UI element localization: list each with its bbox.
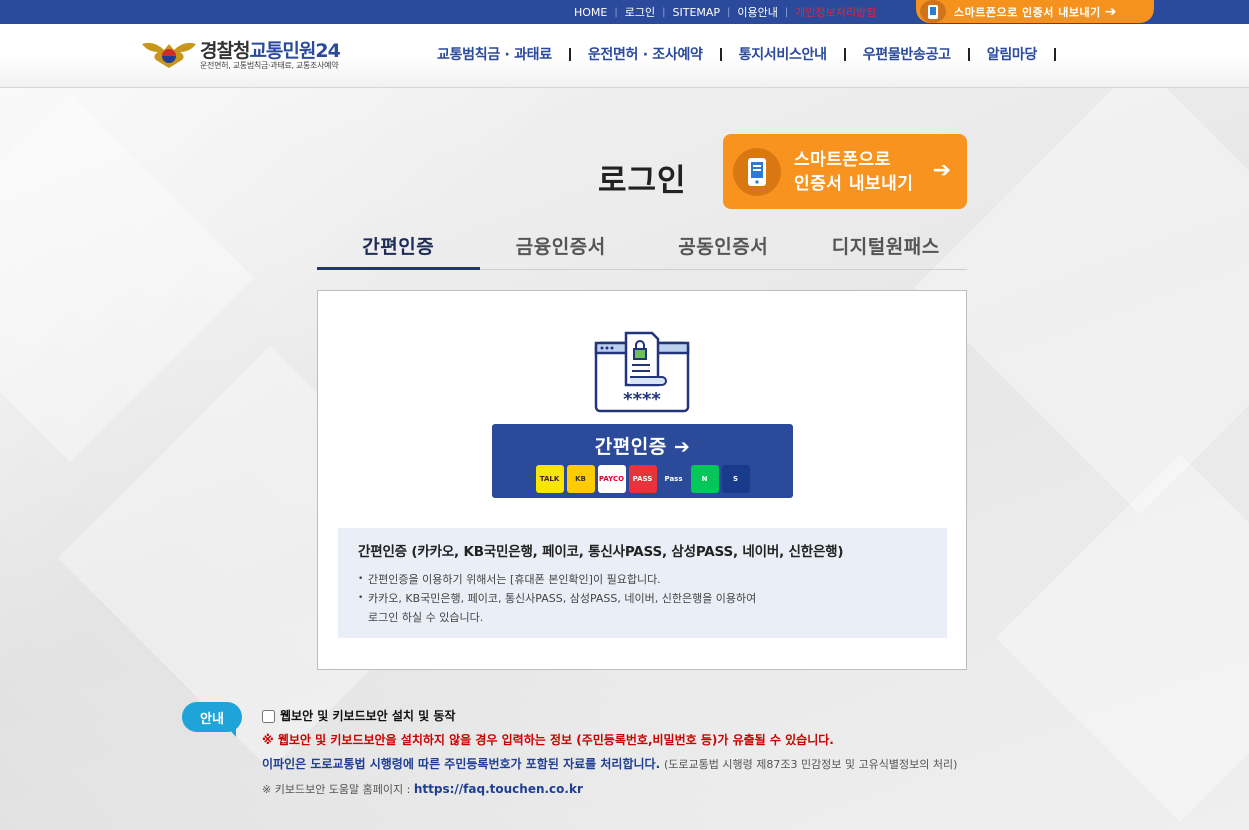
law-notice-note: (도로교통법 시행령 제87조3 민감정보 및 고유식별정보의 처리) (663, 758, 958, 771)
law-notice: 이파인은 도로교통법 시행령에 따른 주민등록번호가 포함된 자료를 처리합니다… (262, 752, 957, 777)
tab-joint-cert[interactable]: 공동인증서 (642, 222, 805, 269)
security-warning: ※ 웹보안 및 키보드보안을 설치하지 않을 경우 입력하는 정보 (주민등록번… (262, 733, 834, 747)
arrow-right-icon: ➔ (1104, 3, 1117, 20)
info-item: 간편인증을 이용하기 위해서는 [휴대폰 본인확인]이 필요합니다. (358, 570, 927, 589)
info-list: 간편인증을 이용하기 위해서는 [휴대폰 본인확인]이 필요합니다. 카카오, … (358, 570, 927, 627)
simple-auth-info-box: 간편인증 (카카오, KB국민은행, 페이코, 통신사PASS, 삼성PASS,… (338, 528, 947, 638)
svg-text:****: **** (623, 389, 661, 410)
smartphone-export-pill[interactable]: 스마트폰으로 인증서 내보내기 ➔ (916, 0, 1154, 23)
tab-digital-onepass[interactable]: 디지털원패스 (805, 222, 968, 269)
certificate-export-label: 스마트폰으로 인증서 내보내기 (794, 148, 913, 196)
nav-notification-service[interactable]: 통지서비스안내 (739, 44, 827, 64)
provider-list: TALK KB PAYCO PASS Pass N S (492, 465, 793, 493)
logo-title-accent: 교통민원24 (249, 40, 340, 62)
certificate-export-button[interactable]: 스마트폰으로 인증서 내보내기 ➔ (723, 134, 967, 209)
arrow-right-icon: ➔ (932, 158, 951, 183)
keyboard-help-link[interactable]: https://faq.touchen.co.kr (414, 782, 583, 796)
nav-notice-board[interactable]: 알림마당 (987, 44, 1038, 64)
info-title: 간편인증 (카카오, KB국민은행, 페이코, 통신사PASS, 삼성PASS,… (358, 544, 844, 560)
login-link[interactable]: 로그인 (625, 4, 655, 20)
privacy-policy-link[interactable]: 개인정보처리방침 (795, 4, 876, 20)
simple-auth-button[interactable]: 간편인증 ➔ TALK KB PAYCO PASS Pass N S (492, 424, 793, 498)
site-header: 경찰청교통민원24 운전면허, 교통범칙금·과태료, 교통조사예약 교통범칙금 … (0, 24, 1249, 88)
export-label-line1: 스마트폰으로 (794, 149, 891, 170)
security-checkbox-label[interactable]: 웹보안 및 키보드보안 설치 및 동작 (280, 704, 455, 728)
logo-title: 경찰청교통민원24 (200, 36, 341, 63)
info-item-line2: 로그인 하실 수 있습니다. (368, 611, 484, 624)
tab-financial-cert[interactable]: 금융인증서 (480, 222, 643, 269)
keyboard-help-prefix: ※ 키보드보안 도움말 홈페이지 : (262, 783, 414, 796)
logo-subtitle: 운전면허, 교통범칙금·과태료, 교통조사예약 (200, 61, 339, 70)
provider-kb-icon: KB (566, 465, 595, 493)
export-label-line2: 인증서 내보내기 (794, 173, 914, 194)
simple-auth-panel: **** 간편인증 ➔ TALK KB PAYCO PASS Pass N S 간편인증 (… (317, 290, 967, 670)
security-checkbox-row: 웹보안 및 키보드보안 설치 및 동작 (262, 704, 957, 728)
arrow-right-icon: ➔ (673, 436, 691, 458)
nav-divider (843, 47, 846, 61)
smartphone-icon (920, 0, 946, 23)
home-link[interactable]: HOME (574, 6, 607, 19)
nav-divider (719, 47, 722, 61)
nav-fine-penalty[interactable]: 교통범칙금 · 과태료 (437, 44, 552, 64)
provider-payco-icon: PAYCO (597, 465, 626, 493)
security-notice: 웹보안 및 키보드보안 설치 및 동작 ※ 웹보안 및 키보드보안을 설치하지 … (262, 704, 957, 802)
info-item-line1: 카카오, KB국민은행, 페이코, 통신사PASS, 삼성PASS, 네이버, … (368, 592, 757, 605)
security-install-checkbox[interactable] (262, 709, 275, 723)
site-logo[interactable]: 경찰청교통민원24 운전면허, 교통범칙금·과태료, 교통조사예약 (140, 34, 370, 74)
provider-pass-icon: PASS (628, 465, 657, 493)
nav-divider (568, 47, 571, 61)
notice-badge: 안내 (182, 702, 242, 737)
info-item: 카카오, KB국민은행, 페이코, 통신사PASS, 삼성PASS, 네이버, … (358, 589, 927, 627)
police-emblem-icon (142, 42, 196, 68)
keyboard-help: ※ 키보드보안 도움말 홈페이지 : https://faq.touchen.c… (262, 777, 957, 802)
login-method-tabs: 간편인증 금융인증서 공동인증서 디지털원패스 (317, 222, 967, 270)
top-utility-bar: HOME | 로그인 | SITEMAP | 이용안내 | 개인정보처리방침 스… (0, 0, 1249, 24)
logo-title-main: 경찰청 (200, 40, 250, 62)
nav-divider (1054, 47, 1057, 61)
smartphone-icon (733, 147, 781, 196)
simple-auth-button-text: 간편인증 (594, 436, 667, 458)
provider-n-icon: N (690, 465, 719, 493)
utility-links: HOME | 로그인 | SITEMAP | 이용안내 | 개인정보처리방침 (574, 4, 877, 20)
nav-divider (967, 47, 970, 61)
provider-s-icon: S (721, 465, 750, 493)
tab-simple-auth[interactable]: 간편인증 (317, 222, 480, 270)
page-title: 로그인 (598, 163, 687, 199)
provider-pass-icon: Pass (659, 465, 688, 493)
simple-auth-button-label: 간편인증 ➔ (492, 432, 793, 459)
sitemap-link[interactable]: SITEMAP (673, 6, 721, 19)
nav-returned-mail[interactable]: 우편물반송공고 (863, 44, 951, 64)
main-navigation: 교통범칙금 · 과태료 운전면허 · 조사예약 통지서비스안내 우편물반송공고 … (437, 44, 1073, 64)
certificate-document-icon: **** (594, 331, 690, 413)
smartphone-export-label: 스마트폰으로 인증서 내보내기 (954, 5, 1101, 19)
provider-talk-icon: TALK (535, 465, 564, 493)
law-notice-bold: 이파인은 도로교통법 시행령에 따른 주민등록번호가 포함된 자료를 처리합니다… (262, 757, 661, 771)
nav-license-reservation[interactable]: 운전면허 · 조사예약 (588, 44, 703, 64)
guide-link[interactable]: 이용안내 (737, 4, 777, 20)
